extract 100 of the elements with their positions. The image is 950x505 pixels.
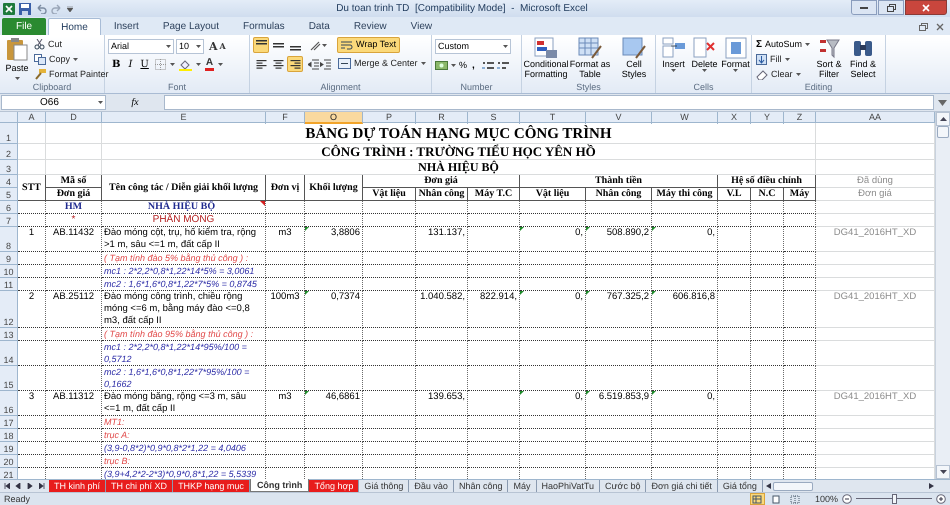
table-cell[interactable]: PHẦN MÓNG (102, 214, 266, 227)
table-cell[interactable] (718, 278, 751, 291)
table-cell[interactable] (784, 252, 816, 265)
table-cell[interactable] (416, 265, 468, 278)
table-cell[interactable] (784, 214, 816, 227)
table-cell[interactable] (468, 328, 520, 341)
ribbon-tab[interactable]: Formulas (232, 18, 296, 35)
table-cell[interactable]: 0, (652, 391, 718, 416)
sheet-nav-icon[interactable] (39, 483, 46, 489)
table-cell[interactable] (468, 227, 520, 252)
fill-color-icon[interactable] (178, 58, 192, 70)
formula-input[interactable] (164, 95, 934, 110)
cut-button[interactable]: Cut (33, 37, 110, 52)
table-cell[interactable] (520, 328, 586, 341)
zoom-level[interactable]: 100% (814, 494, 838, 504)
decrease-indent-icon[interactable] (308, 58, 319, 70)
table-cell[interactable] (46, 265, 102, 278)
table-cell[interactable] (18, 328, 46, 341)
row-header[interactable]: 3 (0, 160, 18, 175)
insert-function-button[interactable]: fx (131, 95, 139, 110)
table-cell[interactable] (718, 341, 751, 366)
table-cell[interactable]: 139.653, (416, 391, 468, 416)
table-cell[interactable]: 822.914, (468, 291, 520, 328)
sheet-tab[interactable]: TH chi phí XD (106, 480, 174, 492)
table-cell[interactable] (18, 455, 46, 468)
table-cell[interactable] (718, 366, 751, 391)
row-header[interactable]: 17 (0, 416, 18, 429)
table-cell[interactable] (305, 201, 363, 214)
name-box[interactable]: O66 (1, 95, 106, 110)
table-cell[interactable] (18, 416, 46, 429)
table-cell[interactable] (363, 341, 416, 366)
font-size-field[interactable]: 10 (176, 39, 204, 54)
column-header[interactable]: E (102, 112, 266, 124)
table-cell[interactable] (416, 416, 468, 429)
table-cell[interactable] (718, 291, 751, 328)
table-cell[interactable]: 3 (18, 391, 46, 416)
table-cell[interactable] (784, 429, 816, 442)
italic-button[interactable]: I (126, 58, 134, 70)
cells-button[interactable]: Format (721, 37, 750, 72)
row-header[interactable]: 1 (0, 123, 18, 144)
column-header[interactable]: T (520, 112, 586, 124)
table-cell[interactable] (652, 252, 718, 265)
table-cell[interactable] (18, 429, 46, 442)
paste-button[interactable]: Paste (3, 37, 31, 82)
table-cell[interactable] (751, 416, 784, 429)
table-cell[interactable] (266, 341, 305, 366)
table-cell[interactable] (266, 328, 305, 341)
table-cell[interactable] (363, 265, 416, 278)
table-cell[interactable]: 46,6861 (305, 391, 363, 416)
cells-button[interactable]: Delete (690, 37, 719, 72)
row-header[interactable]: 18 (0, 429, 18, 442)
clear-button[interactable]: Clear (755, 67, 812, 82)
table-cell[interactable] (18, 252, 46, 265)
sheet-tab[interactable]: Công trình (250, 479, 310, 492)
table-cell[interactable] (266, 214, 305, 227)
column-header[interactable]: R (416, 112, 468, 124)
error-indicator-icon[interactable] (305, 291, 309, 295)
table-cell[interactable] (46, 328, 102, 341)
table-cell[interactable] (652, 455, 718, 468)
column-heading[interactable]: Khối lượng (305, 175, 363, 201)
table-cell[interactable] (416, 328, 468, 341)
table-cell[interactable] (751, 328, 784, 341)
table-cell[interactable]: 100m3 (266, 291, 305, 328)
row-header[interactable]: 19 (0, 442, 18, 455)
table-cell[interactable] (468, 391, 520, 416)
column-header[interactable]: P (363, 112, 416, 124)
restore-button[interactable] (878, 0, 904, 15)
table-cell[interactable]: 0, (520, 391, 586, 416)
sheet-title[interactable]: BẢNG DỰ TOÁN HẠNG MỤC CÔNG TRÌNH (102, 123, 816, 144)
table-cell[interactable]: NHÀ HIỆU BỘ (102, 201, 266, 214)
row-header[interactable]: 6 (0, 201, 18, 214)
table-cell[interactable] (718, 455, 751, 468)
autosum-button[interactable]: Σ AutoSum (755, 37, 812, 52)
table-cell[interactable] (718, 227, 751, 252)
table-cell[interactable] (784, 416, 816, 429)
row-header[interactable]: 14 (0, 341, 18, 366)
row-header[interactable]: 2 (0, 144, 18, 160)
table-cell[interactable] (468, 429, 520, 442)
ribbon-tab[interactable]: Page Layout (152, 18, 230, 35)
table-cell[interactable] (784, 328, 816, 341)
table-cell[interactable] (363, 328, 416, 341)
merge-center-button[interactable]: Merge & Center (337, 56, 427, 71)
font-color-button[interactable]: A (204, 58, 214, 71)
column-header[interactable]: S (468, 112, 520, 124)
table-cell[interactable] (784, 265, 816, 278)
column-heading[interactable]: Nhân công (586, 188, 652, 201)
column-heading[interactable]: Mã số (46, 175, 102, 188)
table-cell[interactable] (18, 278, 46, 291)
table-cell[interactable]: 767.325,2 (586, 291, 652, 328)
table-cell[interactable]: AB.11312 (46, 391, 102, 416)
table-cell[interactable] (586, 201, 652, 214)
borders-icon[interactable] (154, 59, 166, 70)
table-cell[interactable] (652, 201, 718, 214)
table-cell[interactable] (305, 442, 363, 455)
table-cell[interactable] (468, 416, 520, 429)
comment-indicator-icon[interactable] (260, 201, 265, 206)
zoom-in-icon[interactable] (936, 494, 946, 504)
column-heading[interactable]: Máy T.C (468, 188, 520, 201)
sheet-subtitle[interactable]: NHÀ HIỆU BỘ (102, 160, 816, 175)
table-cell[interactable] (652, 328, 718, 341)
